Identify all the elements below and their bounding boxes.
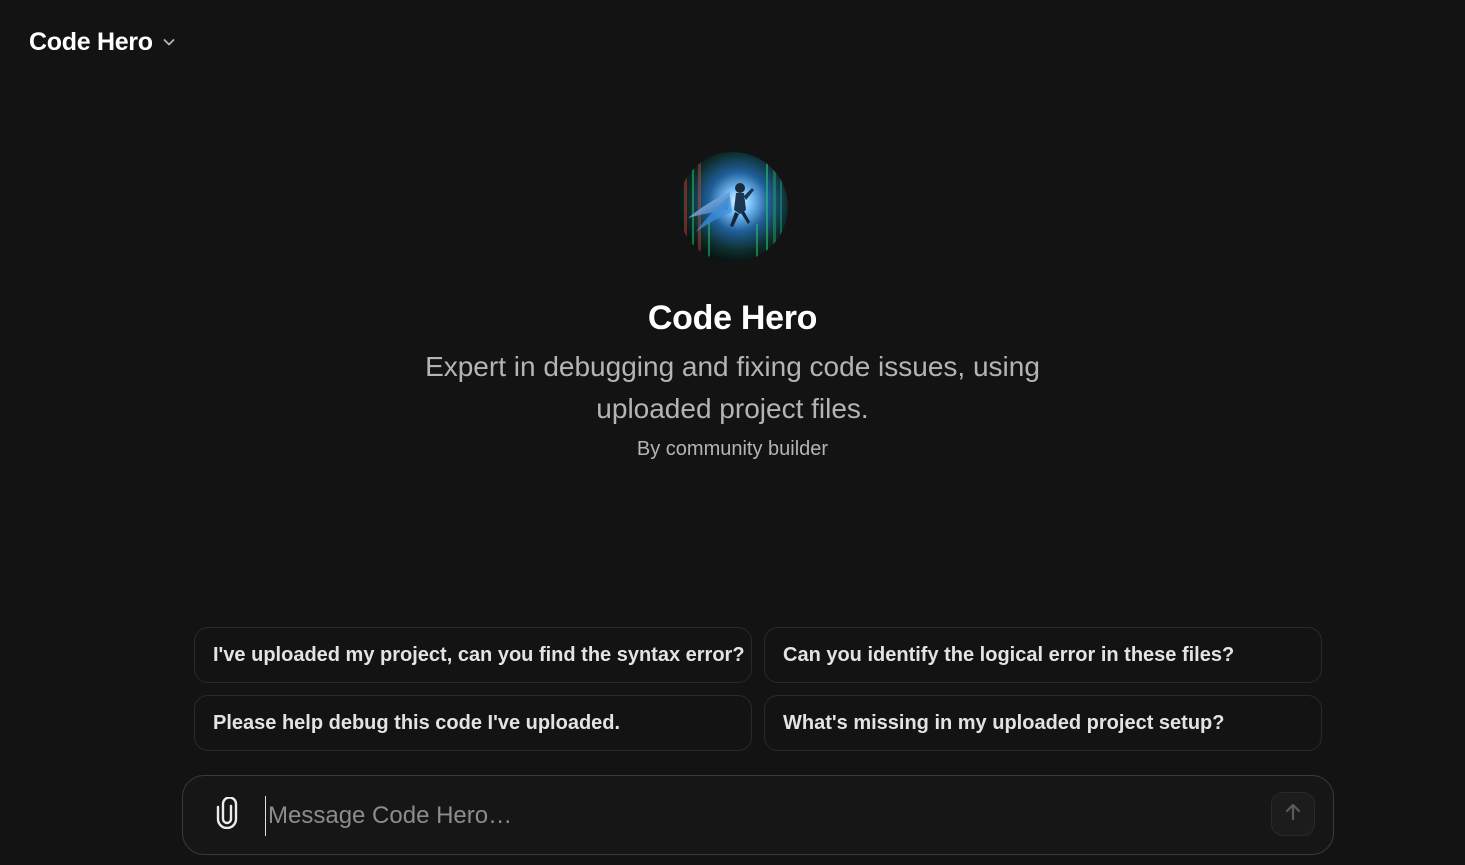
send-button[interactable]	[1271, 792, 1315, 836]
gpt-author: By community builder	[636, 438, 829, 460]
starter-button[interactable]: What's missing in my uploaded project se…	[764, 695, 1322, 751]
starter-button[interactable]: I've uploaded my project, can you find t…	[194, 627, 752, 683]
starter-button[interactable]: Please help debug this code I've uploade…	[194, 695, 752, 751]
chevron-down-icon	[161, 34, 177, 50]
message-composer	[182, 775, 1334, 855]
arrow-up-icon	[1282, 801, 1304, 828]
model-name: Code Hero	[29, 27, 153, 56]
gpt-description: Expert in debugging and fixing code issu…	[425, 351, 1040, 424]
chat-page: Code Hero Code Hero Expert in debugging …	[0, 0, 1465, 865]
starter-button[interactable]: Can you identify the logical error in th…	[764, 627, 1322, 683]
attach-file-button[interactable]	[207, 794, 247, 836]
gpt-name: Code Hero	[647, 299, 818, 337]
gpt-intro: Code Hero Expert in debugging and fixing…	[0, 152, 1465, 461]
paperclip-icon	[214, 795, 240, 834]
conversation-starters: I've uploaded my project, can you find t…	[194, 627, 1322, 751]
model-switcher-button[interactable]: Code Hero	[20, 24, 186, 60]
message-input[interactable]	[265, 796, 1268, 836]
gpt-avatar	[677, 152, 788, 262]
